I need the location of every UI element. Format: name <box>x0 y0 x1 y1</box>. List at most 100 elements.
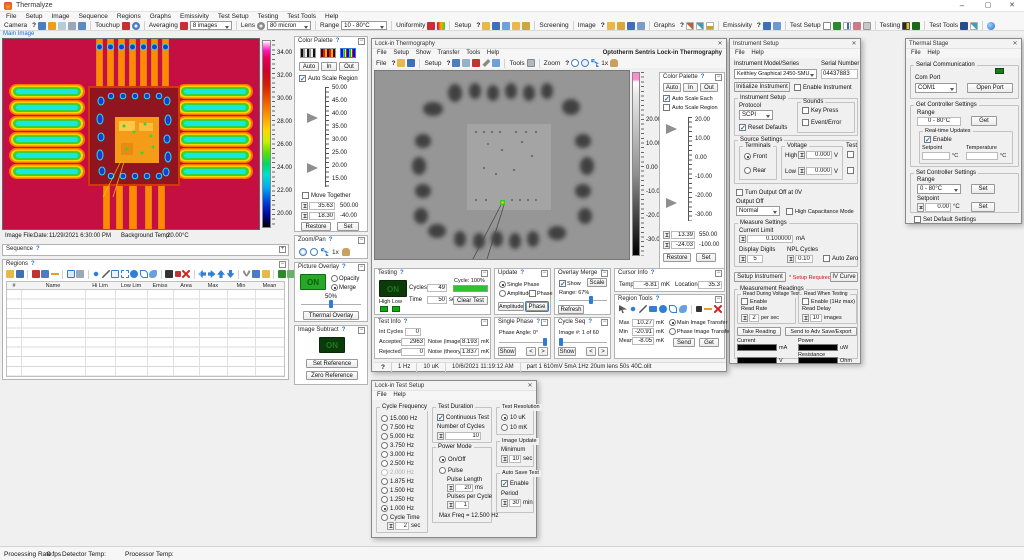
thermal-stage-menu-file[interactable]: File <box>911 50 921 56</box>
color-palette-help-icon[interactable]: ? <box>336 38 340 44</box>
get-range-field[interactable]: 0 - 80°C <box>917 117 961 126</box>
averaging-toggle-icon[interactable] <box>180 22 188 30</box>
pixel-tool-icon[interactable] <box>165 270 173 278</box>
event-error-checkbox[interactable] <box>802 119 809 126</box>
scale-high-slider[interactable] <box>307 113 318 123</box>
realtime-enable-checkbox[interactable] <box>924 136 931 143</box>
thermal-stage-menu-help[interactable]: Help <box>927 50 939 56</box>
uniformity-toggle-icon[interactable] <box>427 22 435 30</box>
rt-max-field[interactable]: 10.27 <box>632 319 654 327</box>
single-phase-prev-button[interactable]: < <box>526 347 536 356</box>
lockin-menu-transfer[interactable]: Transfer <box>437 50 459 56</box>
clear-test-button[interactable]: Clear Test <box>453 296 488 305</box>
rt-min-field[interactable]: -20.91 <box>632 328 654 336</box>
region-list-icon[interactable] <box>41 270 49 278</box>
camera-help-icon[interactable]: ? <box>32 22 36 29</box>
uniformity-palette-icon[interactable] <box>437 22 445 30</box>
setup-help-icon[interactable]: ? <box>476 22 480 29</box>
cursor-info-collapse-button[interactable]: − <box>715 270 722 277</box>
single-phase-help-icon[interactable]: ? <box>536 319 540 325</box>
test-setup-thermometer-icon[interactable] <box>843 22 851 30</box>
col-emiss[interactable]: Emiss <box>147 283 173 289</box>
close-button[interactable]: ✕ <box>1002 1 1022 9</box>
phase-angle-slider[interactable] <box>499 342 547 343</box>
thermal-overlay-button[interactable]: Thermal Overlay <box>303 311 359 320</box>
open-regions-icon[interactable] <box>6 270 14 278</box>
delete-all-regions-icon[interactable] <box>182 270 190 278</box>
test-tools-lockin-icon[interactable] <box>960 22 968 30</box>
menu-testing[interactable]: Testing <box>258 13 279 20</box>
lockin-setup-help-icon[interactable]: ? <box>446 60 450 67</box>
arrow-left-icon[interactable] <box>198 270 206 278</box>
cycle-seq-slider[interactable] <box>559 342 607 343</box>
number-cycles-field[interactable]: 10 <box>445 432 481 440</box>
lockin-wrench-icon[interactable] <box>482 59 490 67</box>
test-low-checkbox[interactable] <box>847 167 854 174</box>
minimum-spinner[interactable] <box>501 455 508 463</box>
col-hilim[interactable]: Hi Lim <box>85 283 115 289</box>
com-port-select[interactable]: COM1 <box>915 83 957 93</box>
paste-icon[interactable] <box>262 270 270 278</box>
lockin-export-icon[interactable] <box>492 59 500 67</box>
save-regions-icon[interactable] <box>16 270 24 278</box>
lockin-save-icon[interactable] <box>407 59 415 67</box>
menu-sequence[interactable]: Sequence <box>79 13 108 20</box>
web-globe-icon[interactable] <box>987 22 995 30</box>
noise-theory-field[interactable]: 1.837 <box>460 348 479 356</box>
freq-15000-radio[interactable] <box>381 415 388 422</box>
camera-snapshot-icon[interactable] <box>78 22 86 30</box>
col-max[interactable]: Max <box>199 283 227 289</box>
single-phase-radio[interactable] <box>499 281 506 288</box>
setup-instrument-button[interactable]: Setup Instrument <box>734 272 786 282</box>
region-tools-collapse-button[interactable]: − <box>715 296 722 303</box>
lockin-menu-setup[interactable]: Setup <box>393 50 409 56</box>
cursor-location-field[interactable]: 35.3 <box>698 281 722 289</box>
overlay-refresh-button[interactable]: Refresh <box>558 305 584 314</box>
lockin-palette-collapse-button[interactable]: − <box>715 74 722 81</box>
period-spinner[interactable] <box>501 499 508 507</box>
image-subtract-help-icon[interactable]: ? <box>342 327 346 333</box>
col-min[interactable]: Min <box>227 283 255 289</box>
polygon-tool-icon[interactable] <box>140 270 148 278</box>
lockin-auto-scale-region-checkbox[interactable] <box>663 104 670 111</box>
cycle-time-radio[interactable] <box>381 514 388 521</box>
image-open-icon[interactable] <box>607 22 615 30</box>
key-press-checkbox[interactable] <box>802 107 809 114</box>
sequence-help-icon[interactable]: ? <box>36 246 40 252</box>
lockin-palette-help-icon[interactable]: ? <box>701 74 705 80</box>
get-button[interactable]: Get <box>971 116 997 126</box>
graph-profile-icon[interactable] <box>696 22 704 30</box>
current-limit-spinner[interactable] <box>739 235 746 243</box>
overlay-range-thumb[interactable] <box>589 296 593 304</box>
freq-3000-radio[interactable] <box>381 451 388 458</box>
read-rate-spinner[interactable] <box>741 314 748 322</box>
region-image-icon[interactable] <box>32 270 40 278</box>
amplitude-radio[interactable] <box>499 290 506 297</box>
setup-save-icon[interactable] <box>492 22 500 30</box>
zoom-in-icon[interactable] <box>299 248 307 256</box>
rt-freehand-icon[interactable] <box>679 305 687 313</box>
select-tool-icon[interactable] <box>67 270 75 278</box>
lockin-setup-close-button[interactable]: ✕ <box>524 381 536 391</box>
instrument-menu-help[interactable]: Help <box>751 50 763 56</box>
lockin-image[interactable] <box>374 70 630 260</box>
delete-region-icon[interactable] <box>175 271 181 277</box>
picture-overlay-help-icon[interactable]: ? <box>342 264 346 270</box>
freq-5000-radio[interactable] <box>381 433 388 440</box>
update-help-icon[interactable]: ? <box>520 270 524 276</box>
zoom-out-icon[interactable] <box>310 248 318 256</box>
palette-rainbow-swatch[interactable] <box>340 48 356 58</box>
menu-test-setup[interactable]: Test Setup <box>218 13 249 20</box>
arrow-down-icon[interactable] <box>227 270 235 278</box>
lockin-out-button[interactable]: Out <box>700 83 718 92</box>
lockin-restore-button[interactable]: Restore <box>663 253 691 262</box>
overlay-slider-thumb[interactable] <box>329 300 333 308</box>
lens-select[interactable]: 80 micron <box>267 21 311 30</box>
main-image-transfer-radio[interactable] <box>669 319 676 326</box>
read-rate-field[interactable]: 2 <box>749 314 759 322</box>
lockin-set-button[interactable]: Set <box>696 253 716 262</box>
cycle-seq-collapse-button[interactable]: − <box>601 319 608 326</box>
setup-folder2-icon[interactable] <box>512 22 520 30</box>
rt-delete-icon[interactable] <box>714 305 722 313</box>
overlay-scale-button[interactable]: Scale <box>587 278 607 287</box>
